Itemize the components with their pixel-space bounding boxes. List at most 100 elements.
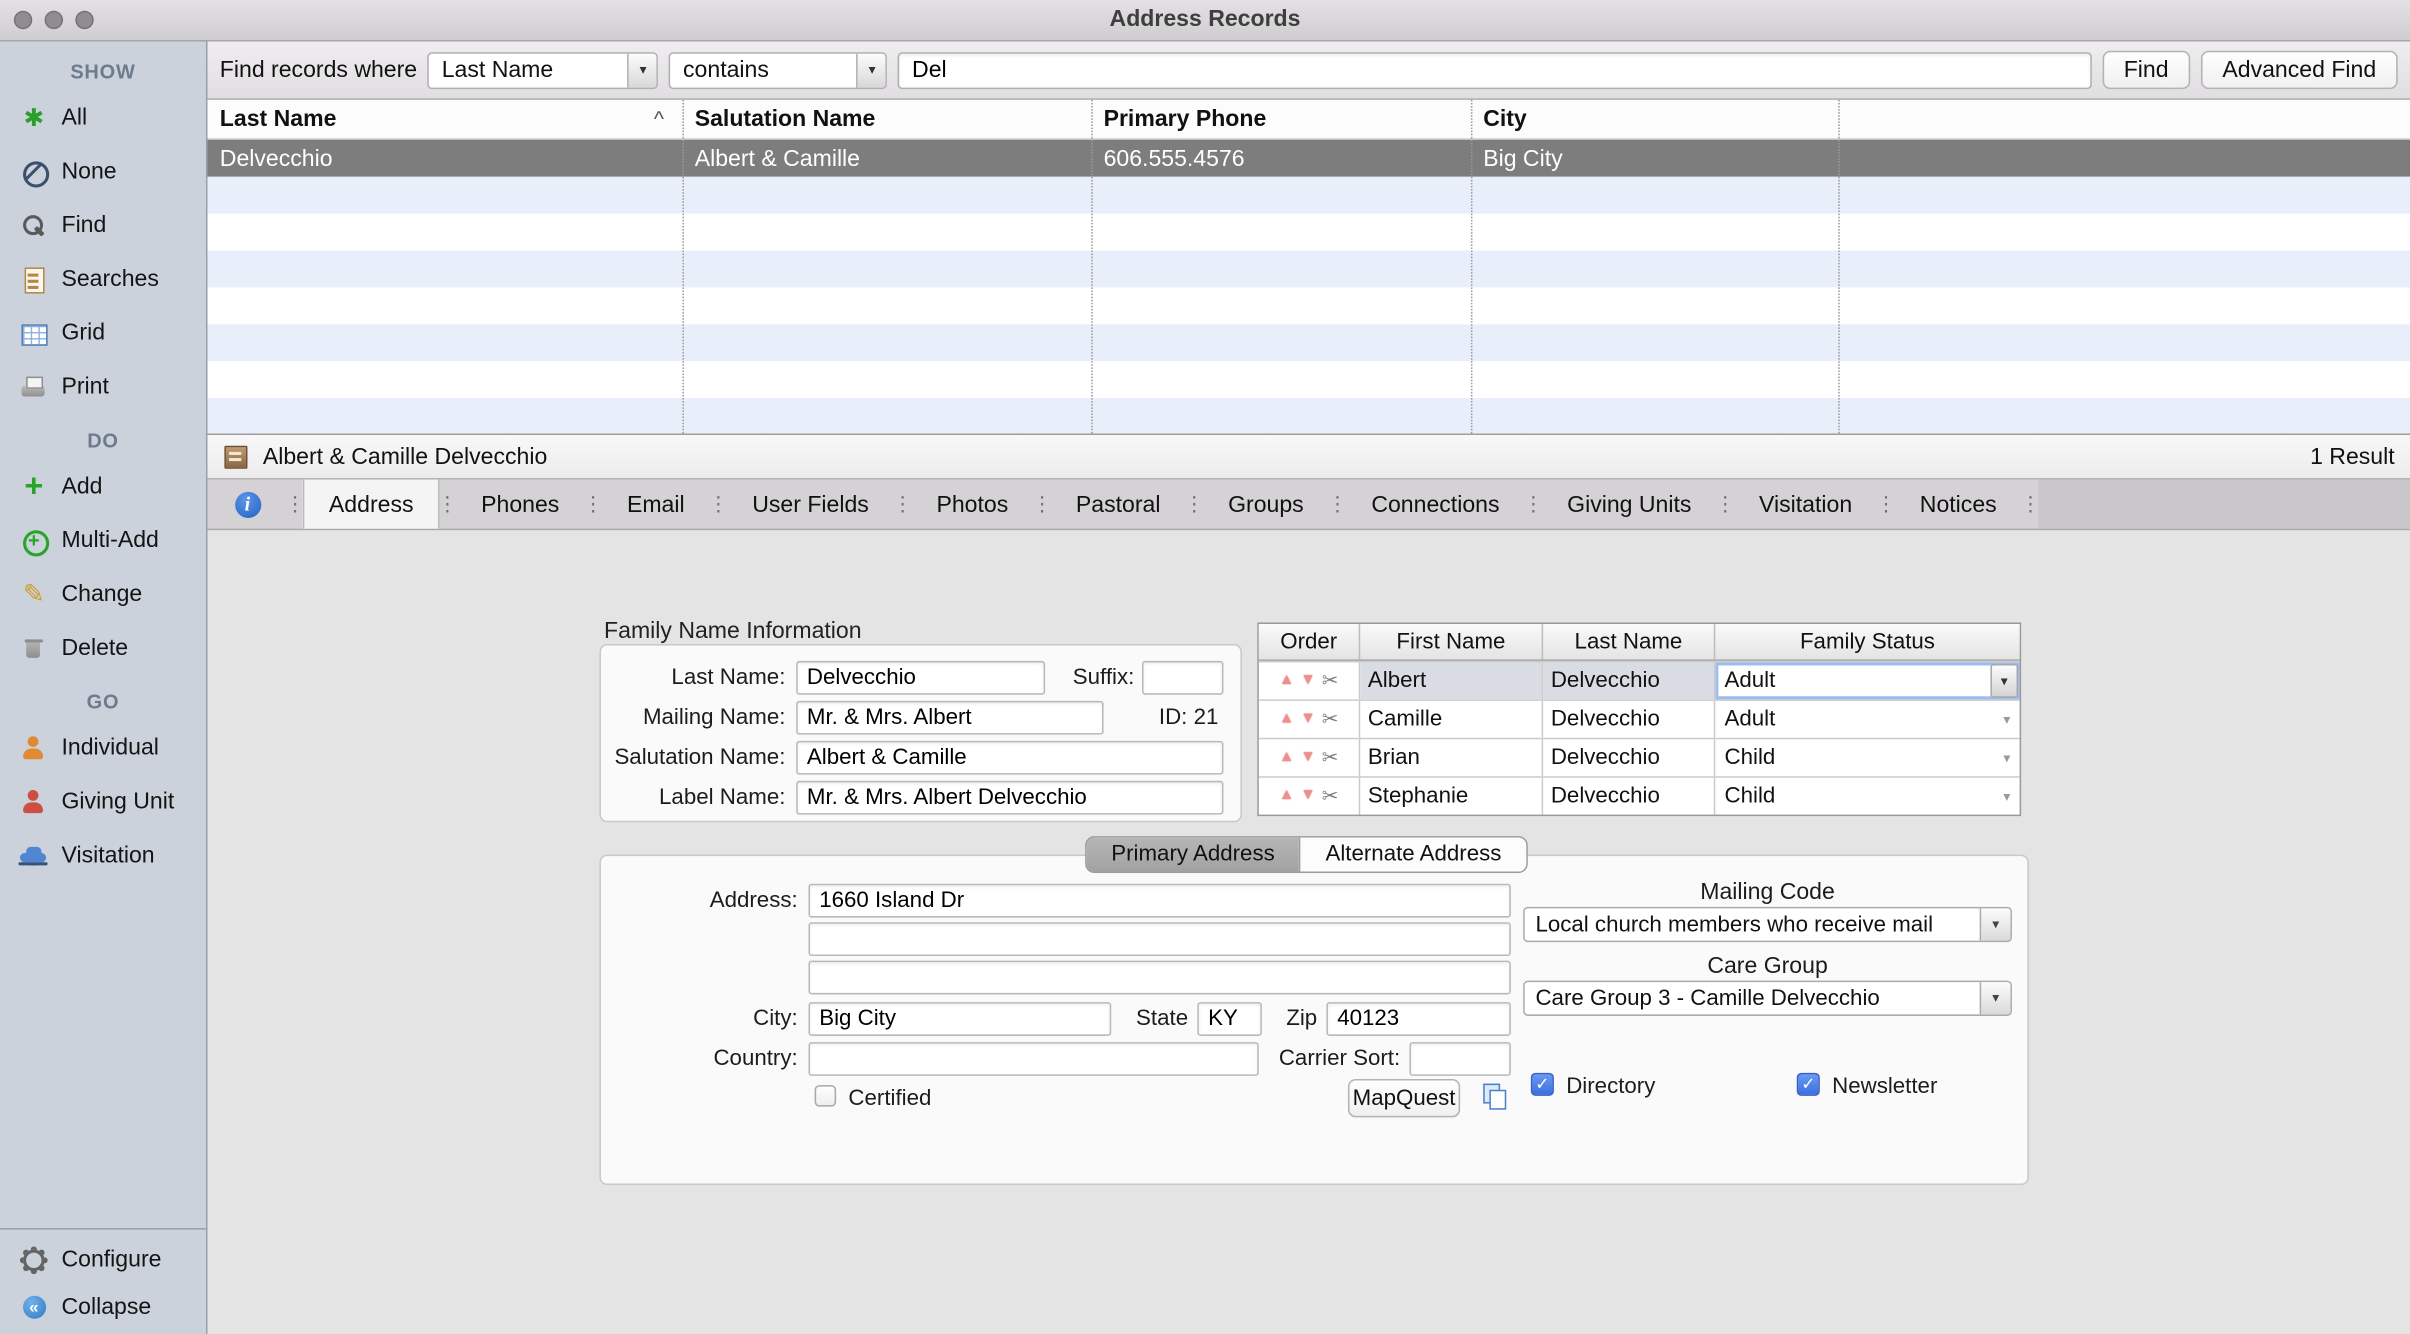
tab-separator: ⋮: [440, 480, 455, 529]
result-row-empty[interactable]: [207, 251, 2410, 288]
result-row-empty[interactable]: [207, 177, 2410, 214]
move-down-button[interactable]: ▼: [1300, 673, 1315, 688]
find-field-dropdown[interactable]: Last Name ▾: [428, 51, 659, 88]
close-window-button[interactable]: [14, 11, 32, 29]
sidebar-item-add[interactable]: Add: [0, 460, 206, 514]
address-line3-input[interactable]: [808, 961, 1510, 995]
column-divider[interactable]: [1471, 100, 1473, 434]
sidebar-item-delete[interactable]: Delete: [0, 621, 206, 675]
newsletter-checkbox[interactable]: [1797, 1073, 1820, 1096]
sidebar-item-none[interactable]: None: [0, 144, 206, 198]
family-status-dropdown[interactable]: Adult▾: [1715, 701, 2019, 738]
tab-email[interactable]: Email: [601, 480, 711, 529]
tab-pastoral[interactable]: Pastoral: [1050, 480, 1187, 529]
tab-notices[interactable]: Notices: [1894, 480, 2023, 529]
country-input[interactable]: [808, 1042, 1258, 1076]
find-operator-dropdown[interactable]: contains ▾: [669, 51, 887, 88]
find-query-input[interactable]: [898, 51, 2091, 88]
member-row[interactable]: ▲▼✂BrianDelvecchioChild▾: [1259, 738, 2020, 776]
tab-user-fields[interactable]: User Fields: [726, 480, 895, 529]
record-info-button[interactable]: [207, 480, 287, 529]
member-order-cell: ▲ ▼ ✂: [1259, 662, 1360, 699]
column-header-salutation-name[interactable]: Salutation Name: [682, 100, 1091, 138]
tab-photos[interactable]: Photos: [910, 480, 1034, 529]
tab-connections[interactable]: Connections: [1345, 480, 1525, 529]
tab-groups[interactable]: Groups: [1202, 480, 1330, 529]
member-row[interactable]: ▲▼✂StephanieDelvecchioChild▾: [1259, 776, 2020, 814]
move-up-button[interactable]: ▲: [1279, 750, 1294, 765]
tab-address[interactable]: Address: [303, 480, 440, 529]
sidebar-item-find[interactable]: Find: [0, 198, 206, 252]
address-line1-input[interactable]: [808, 884, 1510, 918]
sidebar-item-giving-unit[interactable]: Giving Unit: [0, 775, 206, 829]
member-row[interactable]: ▲▼✂AlbertDelvecchioAdult▾: [1259, 661, 2020, 699]
cut-member-button[interactable]: ✂: [1322, 784, 1339, 809]
sidebar-item-multi-add[interactable]: Multi-Add: [0, 513, 206, 567]
tab-visitation[interactable]: Visitation: [1733, 480, 1878, 529]
move-up-button[interactable]: ▲: [1279, 673, 1294, 688]
column-header-blank[interactable]: [1838, 100, 2410, 138]
suffix-input[interactable]: [1142, 661, 1223, 695]
column-header-primary-phone[interactable]: Primary Phone: [1091, 100, 1471, 138]
city-input[interactable]: [808, 1002, 1111, 1036]
salutation-name-input[interactable]: [796, 741, 1223, 775]
mapquest-button[interactable]: MapQuest: [1348, 1079, 1460, 1117]
result-row-empty[interactable]: [207, 214, 2410, 251]
primary-address-tab[interactable]: Primary Address: [1087, 838, 1300, 872]
family-status-dropdown[interactable]: Child▾: [1715, 739, 2019, 776]
sidebar-item-searches[interactable]: Searches: [0, 252, 206, 306]
directory-checkbox[interactable]: [1531, 1073, 1554, 1096]
care-group-dropdown[interactable]: Care Group 3 - Camille Delvecchio ▾: [1523, 981, 2012, 1016]
sidebar-item-grid[interactable]: Grid: [0, 306, 206, 360]
carrier-sort-input[interactable]: [1409, 1042, 1510, 1076]
move-up-button[interactable]: ▲: [1279, 712, 1294, 727]
zip-input[interactable]: [1326, 1002, 1510, 1036]
family-status-dropdown[interactable]: Adult▾: [1715, 662, 2019, 699]
mailing-name-label: Mailing Name:: [601, 705, 785, 730]
column-header-last-name[interactable]: Last Name^: [207, 100, 682, 138]
result-row-empty[interactable]: [207, 398, 2410, 435]
cut-member-button[interactable]: ✂: [1322, 669, 1339, 694]
tab-giving-units[interactable]: Giving Units: [1541, 480, 1718, 529]
sidebar-item-collapse[interactable]: Collapse: [0, 1283, 206, 1331]
tab-phones[interactable]: Phones: [455, 480, 585, 529]
chevron-down-icon[interactable]: ▾: [1990, 664, 2018, 698]
sidebar-item-visitation[interactable]: Visitation: [0, 828, 206, 882]
label-name-input[interactable]: [796, 781, 1223, 815]
sidebar-item-all[interactable]: All: [0, 91, 206, 145]
column-header-city[interactable]: City: [1471, 100, 1838, 138]
certified-checkbox[interactable]: [815, 1085, 837, 1107]
result-row-empty[interactable]: [207, 361, 2410, 398]
member-last-name: Delvecchio: [1543, 701, 1715, 738]
result-row-empty[interactable]: [207, 287, 2410, 324]
chevron-down-icon: ▾: [2003, 749, 2010, 766]
result-row-empty[interactable]: [207, 324, 2410, 361]
move-up-button[interactable]: ▲: [1279, 788, 1294, 803]
mailing-name-input[interactable]: [796, 701, 1103, 735]
minimize-window-button[interactable]: [45, 11, 63, 29]
advanced-find-button[interactable]: Advanced Find: [2201, 51, 2398, 89]
column-divider[interactable]: [1091, 100, 1093, 434]
column-divider[interactable]: [682, 100, 684, 434]
alternate-address-tab[interactable]: Alternate Address: [1299, 838, 1526, 872]
move-down-button[interactable]: ▼: [1300, 788, 1315, 803]
find-button[interactable]: Find: [2102, 51, 2190, 89]
move-down-button[interactable]: ▼: [1300, 750, 1315, 765]
mailing-code-dropdown[interactable]: Local church members who receive mail ▾: [1523, 907, 2012, 942]
tab-separator: ⋮: [2023, 480, 2038, 529]
sidebar-item-individual[interactable]: Individual: [0, 721, 206, 775]
cut-member-button[interactable]: ✂: [1322, 707, 1339, 732]
cut-member-button[interactable]: ✂: [1322, 745, 1339, 770]
member-row[interactable]: ▲▼✂CamilleDelvecchioAdult▾: [1259, 699, 2020, 737]
column-divider[interactable]: [1838, 100, 1840, 434]
sidebar-item-configure[interactable]: Configure: [0, 1236, 206, 1284]
copy-address-icon[interactable]: [1480, 1082, 1508, 1110]
move-down-button[interactable]: ▼: [1300, 712, 1315, 727]
family-status-dropdown[interactable]: Child▾: [1715, 778, 2019, 815]
titlebar: Address Records: [0, 0, 2410, 41]
result-row-selected[interactable]: DelvecchioAlbert & Camille606.555.4576Bi…: [207, 140, 2410, 177]
address-line2-input[interactable]: [808, 922, 1510, 956]
sidebar-item-change[interactable]: Change: [0, 567, 206, 621]
zoom-window-button[interactable]: [75, 11, 93, 29]
sidebar-item-print[interactable]: Print: [0, 360, 206, 414]
